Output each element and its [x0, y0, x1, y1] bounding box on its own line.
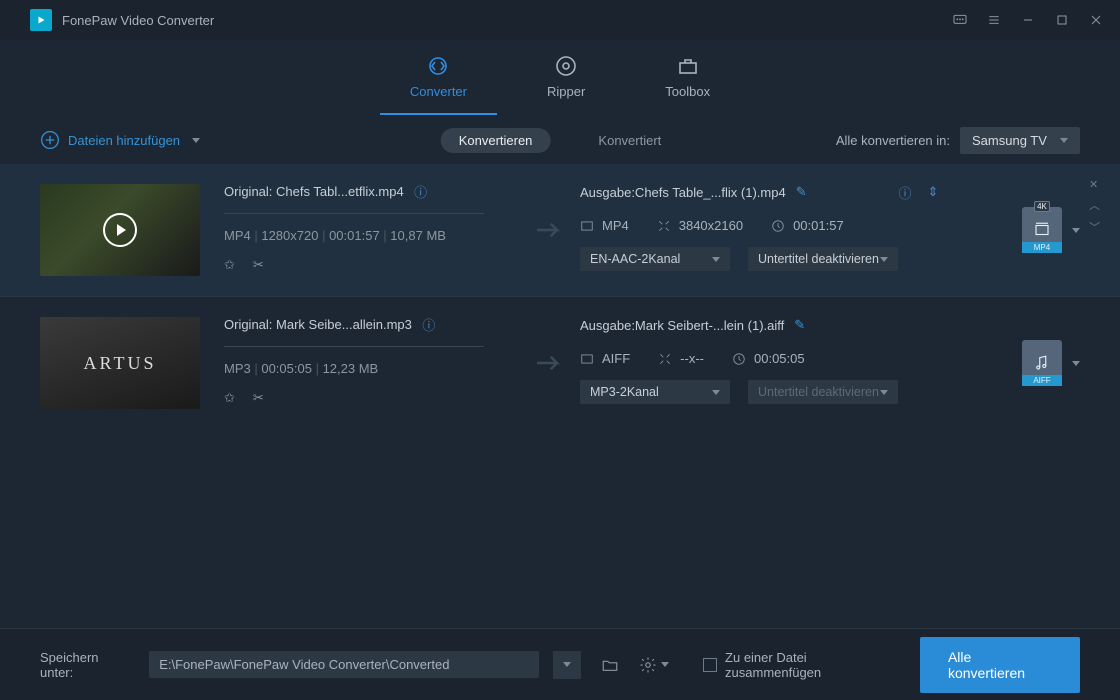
dst-resolution: 3840x2160: [679, 218, 743, 233]
tab-label: Toolbox: [665, 84, 710, 99]
dst-duration: 00:01:57: [793, 218, 844, 233]
chevron-down-icon: [192, 138, 200, 143]
pill-converted[interactable]: Konvertiert: [580, 128, 679, 153]
output-format-badge[interactable]: AIFF: [1022, 340, 1080, 386]
file-row[interactable]: ARTUS Original: Mark Seibe...allein.mp3 …: [0, 296, 1120, 429]
toolbox-icon: [676, 54, 700, 78]
main-tabs: Converter Ripper Toolbox: [0, 40, 1120, 116]
compress-icon[interactable]: ⇕: [926, 185, 940, 199]
chevron-down-icon: [880, 390, 888, 395]
dst-format: AIFF: [602, 351, 630, 366]
info-icon[interactable]: ⓘ: [898, 185, 912, 199]
chevron-down-icon: [1060, 138, 1068, 143]
dst-duration: 00:05:05: [754, 351, 805, 366]
menu-icon[interactable]: [980, 6, 1008, 34]
output-filename: Ausgabe:Chefs Table_...flix (1).mp4: [580, 185, 786, 200]
settings-button[interactable]: [639, 651, 669, 679]
toolbar: Dateien hinzufügen Konvertieren Konverti…: [0, 116, 1120, 164]
cut-icon[interactable]: ✂: [253, 257, 264, 273]
dst-resolution: --x--: [680, 351, 704, 366]
source-meta: MP300:05:0512,23 MB: [224, 361, 524, 376]
titlebar: FonePaw Video Converter: [0, 0, 1120, 40]
format-label: AIFF: [1022, 375, 1062, 386]
source-meta: MP41280x72000:01:5710,87 MB: [224, 228, 524, 243]
app-title: FonePaw Video Converter: [62, 13, 214, 28]
subtitle-select[interactable]: Untertitel deaktivieren: [748, 380, 898, 404]
thumbnail[interactable]: [40, 184, 200, 276]
output-filename: Ausgabe:Mark Seibert-...lein (1).aiff: [580, 318, 784, 333]
tab-label: Ripper: [547, 84, 585, 99]
quality-badge: 4K: [1034, 201, 1050, 212]
chevron-down-icon: [1072, 228, 1080, 233]
cut-icon[interactable]: ✂: [253, 390, 264, 406]
original-filename: Original: Mark Seibe...allein.mp3: [224, 317, 412, 332]
add-files-button[interactable]: Dateien hinzufügen: [40, 130, 200, 150]
save-path-input[interactable]: E:\FonePaw\FonePaw Video Converter\Conve…: [149, 651, 539, 678]
maximize-icon[interactable]: [1048, 6, 1076, 34]
info-icon[interactable]: ⓘ: [422, 318, 436, 332]
arrow-icon: [532, 353, 572, 373]
footer: Speichern unter: E:\FonePaw\FonePaw Vide…: [0, 628, 1120, 700]
remove-icon[interactable]: ✕: [1089, 178, 1100, 191]
minimize-icon[interactable]: [1014, 6, 1042, 34]
output-format-badge[interactable]: 4K MP4: [1022, 207, 1080, 253]
move-down-icon[interactable]: ﹀: [1089, 219, 1100, 235]
merge-label: Zu einer Datei zusammenfügen: [725, 650, 906, 680]
original-filename: Original: Chefs Tabl...etflix.mp4: [224, 184, 404, 199]
app-logo: [30, 9, 52, 31]
convert-all-to-label: Alle konvertieren in:: [836, 133, 950, 148]
star-icon[interactable]: ✩: [224, 257, 235, 273]
edit-icon[interactable]: ✎: [794, 317, 805, 333]
merge-checkbox[interactable]: Zu einer Datei zusammenfügen: [703, 650, 906, 680]
tab-label: Converter: [410, 84, 467, 99]
tab-converter[interactable]: Converter: [410, 54, 467, 103]
chevron-down-icon: [712, 257, 720, 262]
audio-track-select[interactable]: EN-AAC-2Kanal: [580, 247, 730, 271]
move-up-icon[interactable]: ︿: [1089, 197, 1100, 213]
tab-toolbox[interactable]: Toolbox: [665, 54, 710, 103]
close-icon[interactable]: [1082, 6, 1110, 34]
format-selected: Samsung TV: [972, 133, 1047, 148]
file-row[interactable]: Original: Chefs Tabl...etflix.mp4 ⓘ MP41…: [0, 164, 1120, 296]
convert-all-button[interactable]: Alle konvertieren: [920, 637, 1080, 693]
info-icon[interactable]: ⓘ: [414, 185, 428, 199]
chevron-down-icon: [1072, 361, 1080, 366]
chevron-down-icon: [880, 257, 888, 262]
tab-ripper[interactable]: Ripper: [547, 54, 585, 103]
edit-icon[interactable]: ✎: [796, 184, 807, 200]
save-under-label: Speichern unter:: [40, 650, 135, 680]
format-select[interactable]: Samsung TV: [960, 127, 1080, 154]
converter-icon: [426, 54, 450, 78]
star-icon[interactable]: ✩: [224, 390, 235, 406]
ripper-icon: [554, 54, 578, 78]
subtitle-select[interactable]: Untertitel deaktivieren: [748, 247, 898, 271]
thumbnail[interactable]: ARTUS: [40, 317, 200, 409]
arrow-icon: [532, 220, 572, 240]
pill-convert[interactable]: Konvertieren: [441, 128, 551, 153]
chat-icon[interactable]: [946, 6, 974, 34]
chevron-down-icon: [712, 390, 720, 395]
play-icon[interactable]: [103, 213, 137, 247]
checkbox-icon: [703, 658, 717, 672]
add-files-label: Dateien hinzufügen: [68, 133, 180, 148]
audio-track-select[interactable]: MP3-2Kanal: [580, 380, 730, 404]
open-folder-button[interactable]: [595, 651, 625, 679]
format-label: MP4: [1022, 242, 1062, 253]
file-list: Original: Chefs Tabl...etflix.mp4 ⓘ MP41…: [0, 164, 1120, 429]
path-dropdown[interactable]: [553, 651, 581, 679]
dst-format: MP4: [602, 218, 629, 233]
